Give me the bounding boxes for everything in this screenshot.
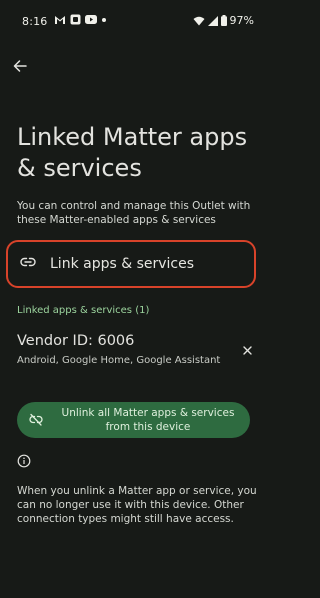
- page-description: You can control and manage this Outlet w…: [17, 200, 251, 226]
- battery-percentage: 97%: [229, 14, 254, 27]
- footer-info-text: When you unlink a Matter app or service,…: [17, 485, 257, 525]
- unlink-all-label-line1: Unlink all Matter apps & services: [61, 407, 235, 419]
- link-off-icon: [29, 413, 43, 426]
- link-icon: [20, 257, 36, 267]
- unlink-all-label: Unlink all Matter apps & services from t…: [53, 406, 243, 434]
- youtube-icon: [85, 15, 97, 24]
- notification-icons: [54, 14, 107, 25]
- back-button[interactable]: [8, 54, 32, 78]
- status-bar: 8:16 97%: [0, 0, 268, 40]
- remove-linked-item-button[interactable]: [238, 341, 256, 359]
- link-apps-services-button[interactable]: Link apps & services: [6, 240, 256, 288]
- wifi-icon: [193, 16, 205, 25]
- cellular-icon: [207, 15, 218, 26]
- close-icon: [242, 345, 252, 355]
- unlink-all-button[interactable]: Unlink all Matter apps & services from t…: [17, 402, 250, 438]
- unlink-all-label-line2: from this device: [105, 421, 191, 433]
- system-icons: 97%: [193, 14, 254, 27]
- page-title-line1: Linked Matter apps: [17, 123, 248, 151]
- app-icon: [70, 14, 81, 25]
- status-time: 8:16: [22, 15, 48, 28]
- page-title: Linked Matter apps & services: [17, 122, 257, 184]
- link-apps-services-label: Link apps & services: [50, 256, 195, 272]
- page-title-line2: & services: [17, 154, 142, 182]
- battery-icon: [220, 15, 227, 26]
- linked-item-subtitle: Android, Google Home, Google Assistant: [17, 355, 221, 366]
- arrow-back-icon: [13, 60, 27, 72]
- info-icon: [17, 454, 31, 468]
- dot-icon: [102, 17, 106, 22]
- linked-section-header: Linked apps & services (1): [17, 305, 150, 316]
- linked-item-title: Vendor ID: 6006: [17, 333, 135, 349]
- gmail-icon: [55, 15, 65, 24]
